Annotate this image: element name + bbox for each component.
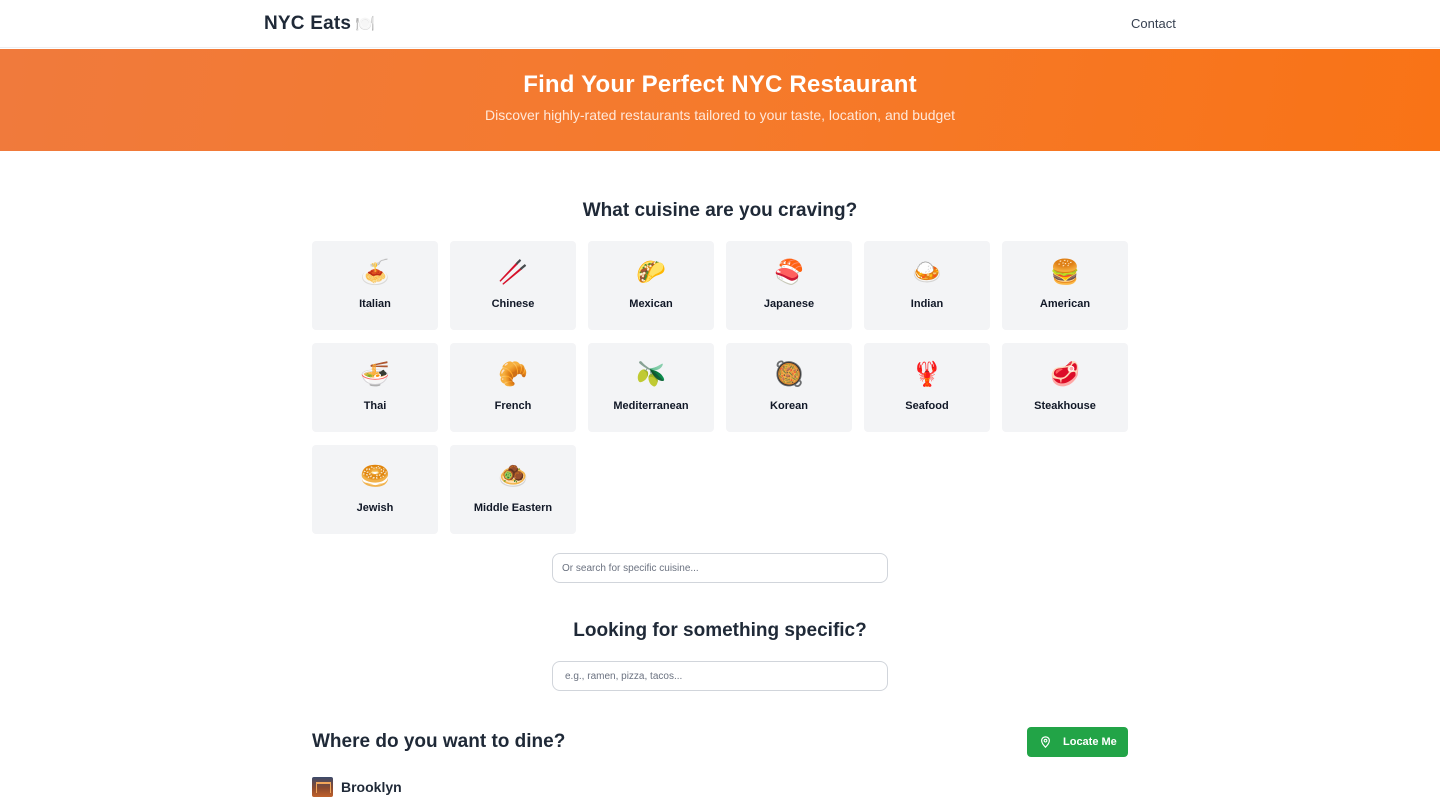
- spaghetti-icon: 🍝: [360, 259, 390, 286]
- cuisine-tile-japanese[interactable]: 🍣 Japanese: [726, 241, 852, 330]
- cuisine-tile-mexican[interactable]: 🌮 Mexican: [588, 241, 714, 330]
- cuisine-label: French: [494, 400, 532, 412]
- cuisine-tile-steakhouse[interactable]: 🥩 Steakhouse: [1002, 343, 1128, 432]
- borough-name: Brooklyn: [341, 779, 402, 795]
- cuisine-tile-korean[interactable]: 🥘 Korean: [726, 343, 852, 432]
- hero-banner: Find Your Perfect NYC Restaurant Discove…: [0, 49, 1440, 151]
- cuisine-tile-indian[interactable]: 🍛 Indian: [864, 241, 990, 330]
- cuisine-label: Middle Eastern: [473, 502, 553, 514]
- contact-link[interactable]: Contact: [1131, 16, 1176, 31]
- steak-icon: 🥩: [1050, 361, 1080, 388]
- cuisine-label: Indian: [910, 298, 944, 310]
- cuisine-search-input[interactable]: [552, 553, 888, 583]
- cuisine-tile-american[interactable]: 🍔 American: [1002, 241, 1128, 330]
- cuisine-label: Chinese: [491, 298, 535, 310]
- cuisine-tile-seafood[interactable]: 🦞 Seafood: [864, 343, 990, 432]
- burger-icon: 🍔: [1050, 259, 1080, 286]
- brooklyn-bridge-thumbnail: [312, 777, 333, 797]
- falafel-icon: 🧆: [498, 463, 528, 490]
- cuisine-label: Thai: [363, 400, 387, 412]
- cuisine-tile-middle-eastern[interactable]: 🧆 Middle Eastern: [450, 445, 576, 534]
- map-pin-icon: [1041, 736, 1050, 748]
- specific-section-title: Looking for something specific?: [573, 620, 867, 641]
- croissant-icon: 🥐: [498, 361, 528, 388]
- cuisine-label: Jewish: [356, 502, 394, 514]
- location-section-title: Where do you want to dine?: [312, 731, 566, 752]
- cuisine-label: Steakhouse: [1034, 400, 1096, 412]
- cuisine-label: Italian: [359, 298, 391, 310]
- taco-icon: 🌮: [636, 259, 666, 286]
- cuisine-label: Mexican: [629, 298, 673, 310]
- cuisine-tile-french[interactable]: 🥐 French: [450, 343, 576, 432]
- cuisine-section-title: What cuisine are you craving?: [582, 200, 858, 221]
- locate-me-button[interactable]: Locate Me: [1027, 727, 1128, 757]
- cuisine-label: Korean: [770, 400, 808, 412]
- sushi-icon: 🍣: [774, 259, 804, 286]
- cuisine-label: Mediterranean: [613, 400, 689, 412]
- cuisine-tile-italian[interactable]: 🍝 Italian: [312, 241, 438, 330]
- plate-icon: 🍽️: [355, 16, 376, 33]
- hero-subtitle: Discover highly-rated restaurants tailor…: [484, 107, 956, 123]
- brand-name: NYC Eats: [264, 13, 352, 34]
- cuisine-tile-thai[interactable]: 🍜 Thai: [312, 343, 438, 432]
- cuisine-tile-chinese[interactable]: 🥢 Chinese: [450, 241, 576, 330]
- paella-pan-icon: 🥘: [774, 361, 804, 388]
- hero-title: Find Your Perfect NYC Restaurant: [523, 71, 917, 98]
- cuisine-label: Japanese: [763, 298, 815, 310]
- specific-search-input[interactable]: [552, 661, 888, 691]
- olive-icon: 🫒: [636, 361, 666, 388]
- cuisine-tile-jewish[interactable]: 🥯 Jewish: [312, 445, 438, 534]
- locate-me-label: Locate Me: [1063, 736, 1117, 748]
- chopsticks-icon: 🥢: [498, 259, 528, 286]
- lobster-icon: 🦞: [912, 361, 942, 388]
- cuisine-label: Seafood: [905, 400, 949, 412]
- curry-icon: 🍛: [912, 259, 942, 286]
- bagel-icon: 🥯: [360, 463, 390, 490]
- noodle-bowl-icon: 🍜: [360, 361, 390, 388]
- cuisine-label: American: [1039, 298, 1091, 310]
- cuisine-tile-mediterranean[interactable]: 🫒 Mediterranean: [588, 343, 714, 432]
- top-navbar: NYC Eats 🍽️ Contact: [0, 0, 1440, 48]
- brand-logo[interactable]: NYC Eats 🍽️: [264, 13, 375, 35]
